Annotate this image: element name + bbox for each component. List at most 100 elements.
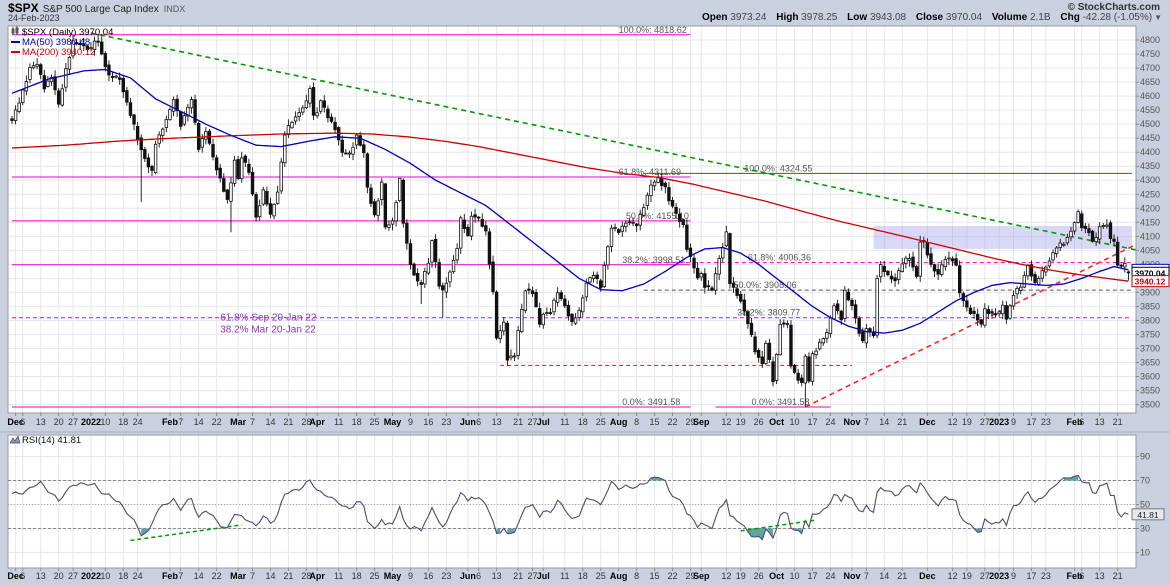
candle-body <box>1023 276 1026 287</box>
candle-body <box>1095 237 1098 241</box>
x-tick-label: 21 <box>1113 571 1123 581</box>
x-tick-label: 15 <box>650 571 660 581</box>
candle-body <box>373 202 376 215</box>
x-tick-label: 11 <box>334 571 343 581</box>
candle-body <box>222 179 225 192</box>
candle-body <box>671 200 674 206</box>
chevron-down-icon[interactable]: ▼ <box>1154 13 1162 22</box>
x-tick-label: 25 <box>370 571 380 581</box>
x-tick-label: 12 <box>721 417 731 427</box>
x-tick-label: 10 <box>100 571 110 581</box>
x-tick-label: 18 <box>118 417 128 427</box>
candle-body <box>481 220 484 227</box>
candle-body <box>958 266 961 293</box>
candle-body <box>599 281 602 288</box>
candle-body <box>359 136 362 146</box>
candle-body <box>535 292 538 306</box>
x-tick-label: 15 <box>650 417 660 427</box>
candle-body <box>14 110 17 121</box>
x-tick-label: 8 <box>634 417 639 427</box>
candle-body <box>603 265 606 286</box>
candle-body <box>829 318 832 334</box>
high-value: 3978.25 <box>801 12 837 23</box>
y-tick-label: 4250 <box>1140 189 1160 199</box>
candle-body <box>269 204 272 215</box>
candle-body <box>818 342 821 349</box>
candle-body <box>632 222 635 223</box>
candle-body <box>115 76 118 77</box>
candle-body <box>969 308 972 313</box>
candle-body <box>391 221 394 224</box>
candle-body <box>165 120 168 128</box>
candle-body <box>739 294 742 301</box>
low-label: Low <box>847 12 867 23</box>
candle-body <box>560 293 563 299</box>
x-tick-label: 6 <box>20 417 25 427</box>
candle-body <box>1116 242 1119 265</box>
candle-body <box>305 101 308 108</box>
x-tick-label: 21 <box>513 571 523 581</box>
candle-body <box>398 178 401 200</box>
candle-body <box>1106 225 1109 226</box>
candle-body <box>402 180 405 223</box>
annotation-text: 38.2% Mar 20-Jan 22 <box>220 324 316 335</box>
candle-body <box>262 190 265 204</box>
x-tick-label: 13 <box>1095 571 1105 581</box>
candle-body <box>973 311 976 313</box>
candle-body <box>237 159 240 178</box>
candle-body <box>276 192 279 203</box>
candle-body <box>57 91 60 104</box>
candle-body <box>477 217 480 218</box>
candle-body <box>840 311 843 320</box>
x-tick-label: 14 <box>879 571 889 581</box>
candle-body <box>790 325 793 366</box>
x-tick-label: 6 <box>20 571 25 581</box>
candle-body <box>836 304 839 311</box>
candle-body <box>747 312 750 324</box>
candle-body <box>136 126 139 139</box>
ma50-swatch <box>11 41 20 43</box>
candle-body <box>126 91 129 103</box>
candle-body <box>930 254 933 265</box>
area-chart-icon <box>10 435 20 447</box>
candle-body <box>1055 248 1058 254</box>
candle-body <box>1005 306 1008 320</box>
x-tick-label: 18 <box>352 417 362 427</box>
x-tick-label: 22 <box>668 571 678 581</box>
candle-body <box>1066 237 1069 242</box>
candle-body <box>43 76 46 89</box>
candle-body <box>657 178 660 183</box>
candle-body <box>29 67 32 79</box>
x-tick-label: 10 <box>790 571 800 581</box>
candle-body <box>693 258 696 268</box>
candle-body <box>754 337 757 352</box>
candle-body <box>510 356 513 358</box>
x-tick-label: 17 <box>808 571 818 581</box>
x-tick-label: 24 <box>133 571 143 581</box>
x-tick-label: 19 <box>962 417 972 427</box>
x-tick-label: Mar <box>230 571 247 581</box>
y-tick-label: 4650 <box>1140 77 1160 87</box>
candle-body <box>255 195 258 218</box>
candle-body <box>1127 272 1130 273</box>
candle-body <box>998 312 1001 314</box>
candle-body <box>1073 223 1076 231</box>
candle-body <box>933 265 936 271</box>
candle-body <box>1009 306 1012 318</box>
x-tick-label: 9 <box>1011 571 1016 581</box>
x-tick-label: 22 <box>212 571 222 581</box>
x-tick-label: Jun <box>460 571 476 581</box>
x-tick-label: 10 <box>100 417 110 427</box>
x-tick-label: 13 <box>492 571 502 581</box>
candle-body <box>434 239 437 261</box>
candle-body <box>258 206 261 217</box>
candle-body <box>25 82 28 91</box>
candle-body <box>183 116 186 125</box>
x-tick-label: 14 <box>194 417 204 427</box>
volume-label: Volume <box>992 12 1027 23</box>
candle-body <box>240 158 243 179</box>
candle-body <box>686 225 689 249</box>
candle-body <box>546 313 549 314</box>
candle-body <box>528 289 531 290</box>
x-tick-label: 25 <box>596 571 606 581</box>
